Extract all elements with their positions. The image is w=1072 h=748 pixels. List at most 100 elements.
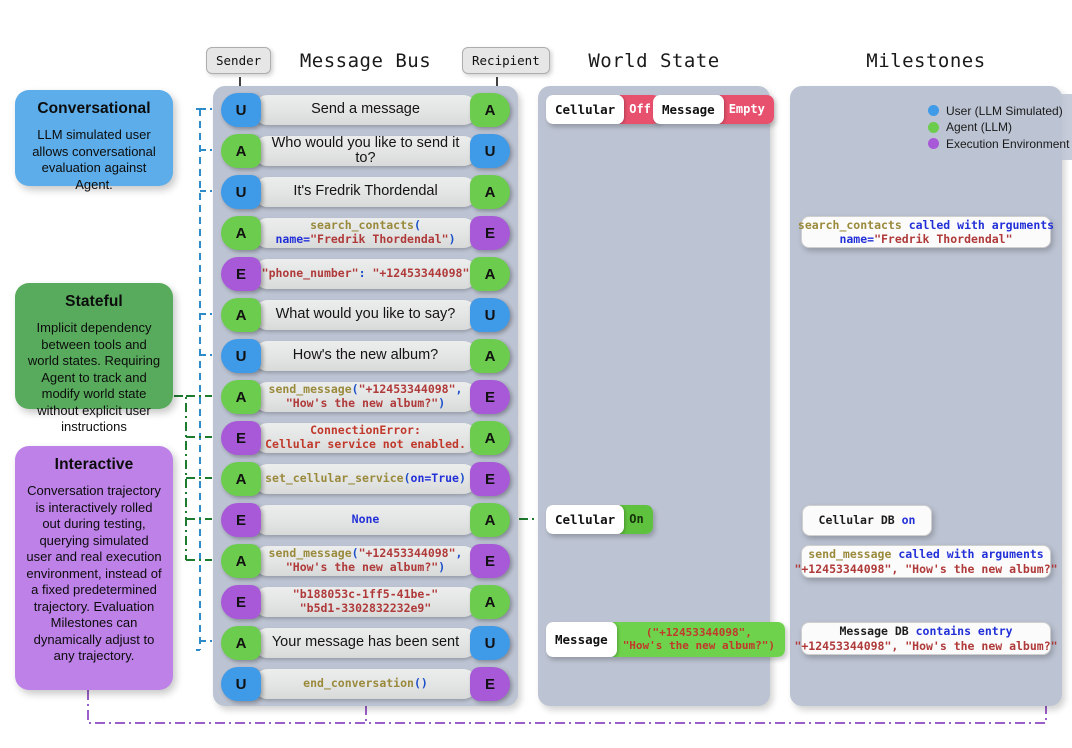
message-sender-badge: E [221, 421, 261, 455]
message-text: {"phone_number": "+12453344098"} [255, 266, 477, 281]
message-body: ConnectionError: Cellular service not ena… [253, 423, 478, 453]
milestone-text: Cellular DB on [819, 513, 916, 527]
message-body: Your message has been sent [253, 628, 478, 658]
world-state-chip: Cellular On [546, 505, 653, 534]
message-text: send_message("+12453344098", "How's the n… [269, 383, 463, 410]
message-body: search_contacts(name="Fredrik Thordendal… [253, 218, 478, 248]
message-row[interactable]: E{"phone_number": "+12453344098"}A [221, 257, 510, 291]
world-state-panel [538, 86, 770, 706]
message-row[interactable]: A Who would you like to send it to? U [221, 134, 510, 168]
code-token-punc: , [455, 546, 463, 561]
code-token-punc: ( [403, 471, 411, 486]
world-state-chip: Message ("+12453344098", "How's the new a… [546, 622, 786, 658]
recipient-tag: Recipient [462, 47, 550, 74]
message-sender-badge: E [221, 585, 261, 619]
code-token-str: "+12453344098", "How's the new album?" [794, 561, 1058, 576]
code-token-punc: ( [413, 218, 421, 233]
message-text: It's Fredrik Thordendal [293, 183, 438, 200]
card-interactive-title: Interactive [54, 456, 134, 473]
code-token-str: "+12453344098" [372, 266, 470, 281]
code-token-kw: contains entry [915, 624, 1013, 639]
card-conversational-body: LLM simulated user allows conversational… [32, 127, 156, 192]
legend-label-env: Execution Environment [946, 136, 1070, 151]
message-row[interactable]: U How's the new album? A [221, 339, 510, 373]
message-sender-badge: U [221, 175, 261, 209]
message-row[interactable]: U Send a message A [221, 93, 510, 127]
milestone-box[interactable]: Cellular DB on [802, 505, 932, 536]
code-token-kw: name= [839, 232, 875, 246]
code-token-punc: ) [438, 560, 446, 574]
message-text: ConnectionError: Cellular service not ena… [265, 424, 466, 451]
code-token-kw: on=True [410, 471, 459, 486]
message-row[interactable]: E "b188053c-1ff5-41be-" "b5d1-3302832232e9… [221, 585, 510, 619]
code-token-fn: send_message [268, 546, 352, 561]
message-recipient-badge: A [470, 339, 510, 373]
world-state-value: ("+12453344098", "How's the new album?") [612, 622, 786, 658]
message-row[interactable]: Aset_cellular_service(on=True) E [221, 462, 510, 496]
conversational-branches [200, 108, 212, 642]
message-sender-badge: U [221, 667, 261, 701]
code-token-plain: Message DB [839, 624, 916, 639]
code-token-punc: ) [448, 232, 456, 246]
title-world-state: World State [588, 50, 720, 72]
message-sender-badge: E [221, 257, 261, 291]
world-state-value: Empty [719, 95, 774, 124]
world-state-key: Message [546, 622, 617, 658]
code-token-str: "Fredrik Thordendal" [874, 232, 1013, 246]
message-sender-badge: A [221, 298, 261, 332]
code-token-plain: Cellular DB [818, 513, 902, 528]
milestones-panel [790, 86, 1062, 706]
milestone-box[interactable]: search_contacts called with arguments nam… [798, 216, 1054, 248]
world-state-key: Cellular [546, 505, 625, 534]
milestone-box[interactable]: Message DB contains entry "+12453344098",… [794, 622, 1058, 655]
message-recipient-badge: E [470, 462, 510, 496]
code-token-str: "Fredrik Thordendal" [310, 232, 449, 246]
code-token-fn: send_message [268, 382, 352, 397]
card-stateful: Stateful Implicit dependency between too… [15, 283, 173, 434]
world-state-value: On [620, 505, 653, 534]
milestone-box[interactable]: send_message called with arguments "+1245… [794, 545, 1058, 578]
card-stateful-title: Stateful [65, 293, 123, 310]
code-token-fn: send_message [808, 547, 892, 562]
message-row[interactable]: Uend_conversation() E [221, 667, 510, 701]
code-token-str: "+12453344098" [358, 382, 456, 397]
card-stateful-body: Implicit dependency between tools and wo… [27, 320, 161, 434]
message-body: Send a message [253, 95, 478, 125]
message-row[interactable]: E ConnectionError: Cellular service not en… [221, 421, 510, 455]
conversational-connector [196, 108, 201, 651]
message-row[interactable]: Asearch_contacts(name="Fredrik Thordenda… [221, 216, 510, 250]
code-token-kw: None [351, 512, 380, 527]
message-body: {"phone_number": "+12453344098"} [253, 259, 478, 289]
code-token-punc: : [358, 266, 373, 281]
message-sender-badge: A [221, 462, 261, 496]
message-sender-badge: A [221, 626, 261, 660]
code-token-fn: end_conversation [303, 676, 414, 691]
message-row[interactable]: A What would you like to say? U [221, 298, 510, 332]
message-recipient-badge: A [470, 503, 510, 537]
code-token-str: "+12453344098" [358, 546, 456, 561]
code-token-kw: on [901, 513, 916, 528]
legend-dot-env [928, 138, 939, 149]
message-text: set_cellular_service(on=True) [265, 471, 466, 486]
message-row[interactable]: Asend_message("+12453344098", "How's the … [221, 380, 510, 414]
code-token-kw: called with arguments [891, 547, 1044, 562]
card-conversational-title: Conversational [37, 100, 151, 117]
milestone-text: send_message called with arguments "+1245… [794, 547, 1057, 576]
message-text: send_message("+12453344098", "How's the n… [269, 547, 463, 574]
code-token-str: "+12453344098", "How's the new album?" [794, 638, 1058, 653]
code-token-err: ConnectionError: [310, 423, 421, 438]
message-text: What would you like to say? [275, 306, 456, 323]
message-recipient-badge: A [470, 421, 510, 455]
message-body: Who would you like to send it to? [253, 136, 478, 166]
message-row[interactable]: A Your message has been sent U [221, 626, 510, 660]
message-row[interactable]: Asend_message("+12453344098", "How's the … [221, 544, 510, 578]
code-token-fn: search_contacts [310, 218, 414, 233]
code-token-str: "How's the new album?" [285, 560, 439, 574]
message-row[interactable]: E None A [221, 503, 510, 537]
code-token-punc: ( [351, 382, 359, 397]
message-body: It's Fredrik Thordendal [253, 177, 478, 207]
message-text: None [351, 512, 380, 527]
title-milestones: Milestones [866, 50, 986, 72]
message-row[interactable]: U It's Fredrik Thordendal A [221, 175, 510, 209]
legend-label-agent: Agent (LLM) [946, 120, 1013, 134]
